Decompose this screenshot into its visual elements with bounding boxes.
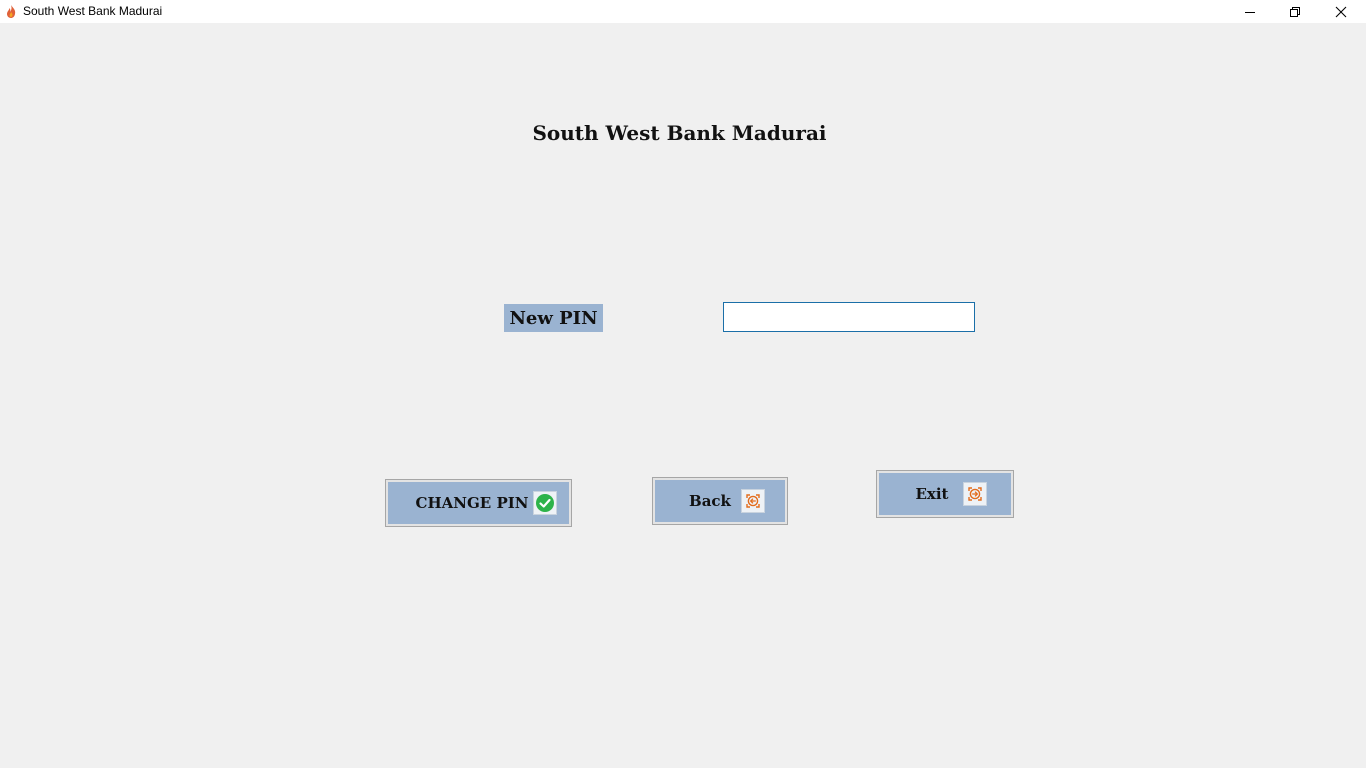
flame-app-icon bbox=[4, 4, 18, 19]
minimize-button[interactable] bbox=[1227, 0, 1273, 23]
restore-button[interactable] bbox=[1272, 0, 1318, 23]
back-arrow-icon bbox=[740, 489, 765, 513]
back-button[interactable]: Back bbox=[652, 477, 788, 525]
page-heading: South West Bank Madurai bbox=[532, 121, 827, 145]
new-pin-label: New PIN bbox=[504, 304, 603, 332]
close-icon bbox=[1335, 6, 1347, 17]
check-icon bbox=[533, 491, 558, 515]
window-titlebar: South West Bank Madurai bbox=[0, 0, 1366, 23]
change-pin-button[interactable]: CHANGE PIN bbox=[385, 479, 572, 527]
change-pin-button-label: CHANGE PIN bbox=[415, 494, 529, 512]
back-button-label: Back bbox=[689, 492, 731, 510]
window-title: South West Bank Madurai bbox=[23, 4, 163, 18]
minimize-icon bbox=[1245, 11, 1255, 13]
exit-arrow-icon bbox=[962, 482, 987, 506]
close-button[interactable] bbox=[1318, 0, 1364, 23]
new-pin-input[interactable] bbox=[723, 302, 975, 332]
restore-icon bbox=[1290, 6, 1300, 17]
exit-button-label: Exit bbox=[915, 485, 949, 503]
new-pin-label-text: New PIN bbox=[509, 307, 598, 329]
exit-button[interactable]: Exit bbox=[876, 470, 1014, 518]
